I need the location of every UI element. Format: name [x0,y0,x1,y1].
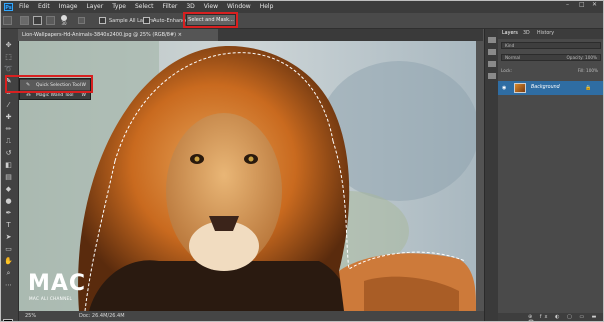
watermark-logo: MAC [28,271,87,296]
brush-size-picker[interactable]: 30 [61,13,67,28]
tools-panel: ✥ ⬚ ➰ ✎ ⌗ ⁄ ✚ ✏ ⎍ ↺ ◧ ▤ ◆ ● ✒ T ➤ ▭ ✋ ⌕ … [0,29,19,322]
select-and-mask-highlight [183,12,238,28]
layer-filter-kind[interactable]: Kind [501,42,601,49]
layers-footer: ⊕ fx ◐ ▢ ▭ ▬ 🗑 [498,313,604,322]
lock-label: Lock: [501,68,512,73]
gradient-tool-icon[interactable]: ▤ [4,173,13,181]
auto-enhance-checkbox[interactable] [143,17,150,24]
new-selection-mode[interactable] [20,13,29,28]
marquee-tool-icon[interactable]: ⬚ [4,53,13,61]
eye-icon[interactable]: ◉ [502,85,506,91]
menu-file[interactable]: File [19,3,29,10]
quick-selection-preset-icon [3,16,12,25]
tool-preset-picker[interactable] [3,13,12,28]
flyout-item-label: Magic Wand Tool [36,92,74,98]
sample-all-layers-checkbox[interactable] [99,17,106,24]
layer-thumbnail [514,83,526,93]
eyedropper-tool-icon[interactable]: ⁄ [4,101,13,109]
menu-help[interactable]: Help [260,3,274,10]
type-tool-icon[interactable]: T [4,221,13,229]
flyout-item-shortcut: W [81,92,86,98]
channel-watermark: MAC MAC ALI CHANNEL [28,272,94,306]
brush-tool-icon[interactable]: ✏ [4,125,13,133]
brush-settings-button[interactable] [78,13,85,28]
minimize-icon[interactable]: – [566,1,569,8]
history-brush-tool-icon[interactable]: ↺ [4,149,13,157]
layers-panel: Layers 3D History Kind Normal Opacity: 1… [498,29,604,322]
dodge-tool-icon[interactable]: ● [4,197,13,205]
pen-tool-icon[interactable]: ✒ [4,209,13,217]
hand-tool-icon[interactable]: ✋ [4,257,13,265]
menu-window[interactable]: Window [227,3,251,10]
menu-type[interactable]: Type [112,3,126,10]
layer-row-background[interactable]: ◉ Background 🔒 [498,81,604,95]
add-to-selection-icon [33,16,42,25]
subtract-selection-mode[interactable] [46,13,55,28]
properties-panel-icon[interactable] [488,49,496,55]
menu-3d[interactable]: 3D [186,3,194,10]
lock-row: Lock: Fill: 100% [501,68,601,75]
move-tool-icon[interactable]: ✥ [4,41,13,49]
document-tab-bar: Lion-Wallpapers-Hd-Animals-3840x2400.jpg… [18,29,483,41]
menu-select[interactable]: Select [135,3,154,10]
brush-settings-icon [78,17,85,24]
adjustments-panel-icon[interactable] [488,61,496,67]
photoshop-logo-icon: Ps [4,2,13,11]
layer-actions-icons[interactable]: ⊕ fx ◐ ▢ ▭ ▬ 🗑 [528,314,604,322]
collapsed-panel-strip [484,29,499,322]
swatches-panel-icon[interactable] [488,73,496,79]
subtract-selection-icon [46,16,55,25]
brush-size-value: 30 [61,21,67,26]
layer-name: Background [531,85,560,90]
history-panel-icon[interactable] [488,37,496,43]
blur-tool-icon[interactable]: ◆ [4,185,13,193]
blend-mode-select[interactable]: Normal Opacity: 100% [501,54,601,61]
flyout-highlight [5,75,93,93]
close-icon[interactable]: ✕ [592,1,597,8]
clone-stamp-tool-icon[interactable]: ⎍ [4,137,13,145]
healing-brush-tool-icon[interactable]: ✚ [4,113,13,121]
add-to-selection-mode[interactable] [33,13,42,28]
new-selection-icon [20,16,29,25]
status-bar: 25% Doc: 26.4M/26.4M [19,311,484,322]
panel-tabs: Layers 3D History [498,29,604,39]
zoom-level[interactable]: 25% [25,313,36,319]
opacity-field[interactable]: Opacity: 100% [566,55,597,61]
watermark-subtitle: MAC ALI CHANNEL [29,296,73,301]
maximize-icon[interactable]: □ [579,1,585,8]
tab-history[interactable]: History [537,31,554,36]
options-bar: 30 Sample All Layers Auto-Enhance Select… [0,13,604,29]
auto-enhance-option[interactable]: Auto-Enhance [143,13,188,28]
tab-3d[interactable]: 3D [523,31,530,36]
tab-layers[interactable]: Layers [502,31,518,36]
doc-size[interactable]: Doc: 26.4M/26.4M [79,313,125,319]
blend-mode-value: Normal [505,55,521,60]
lock-icon: 🔒 [585,85,592,91]
menu-bar: Ps File Edit Image Layer Type Select Fil… [0,0,604,13]
more-tools-icon[interactable]: ⋯ [4,281,13,289]
eraser-tool-icon[interactable]: ◧ [4,161,13,169]
menu-filter[interactable]: Filter [163,3,178,10]
menu-image[interactable]: Image [59,3,78,10]
fill-field[interactable]: Fill: 100% [578,68,598,73]
path-selection-tool-icon[interactable]: ➤ [4,233,13,241]
rectangle-tool-icon[interactable]: ▭ [4,245,13,253]
photoshop-window: Ps File Edit Image Layer Type Select Fil… [0,0,604,322]
kind-label: Kind [505,43,515,48]
menu-edit[interactable]: Edit [38,3,50,10]
menu-view[interactable]: View [204,3,218,10]
document-tab[interactable]: Lion-Wallpapers-Hd-Animals-3840x2400.jpg… [18,29,218,41]
lasso-tool-icon[interactable]: ➰ [4,65,13,73]
zoom-tool-icon[interactable]: ⌕ [4,269,13,277]
menu-layer[interactable]: Layer [86,3,103,10]
